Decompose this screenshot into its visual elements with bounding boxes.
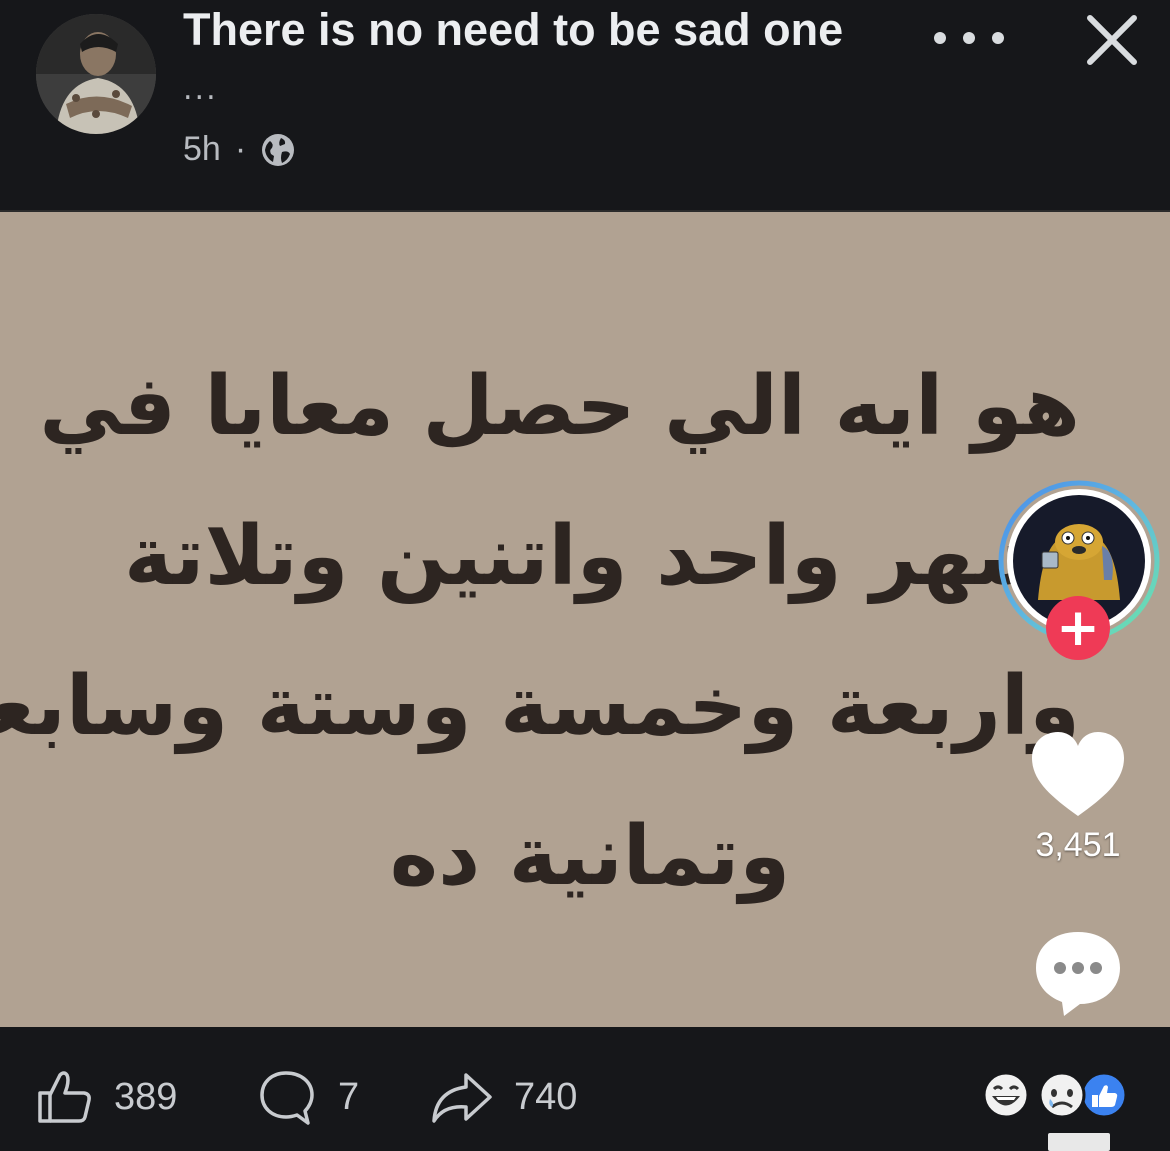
meta-separator: · xyxy=(234,130,247,168)
post-image[interactable]: هو ايه الي حصل معايا في شهر واحد واتنين … xyxy=(0,210,1170,1027)
heart-icon xyxy=(1032,732,1124,816)
thumbs-up-icon xyxy=(38,1071,91,1123)
follow-button[interactable]: + xyxy=(1046,596,1110,660)
close-icon xyxy=(1087,15,1137,65)
author-avatar[interactable] xyxy=(36,14,156,134)
more-options-button[interactable] xyxy=(934,18,1004,58)
text-line: واربعة وخمسة وستة وسابعة xyxy=(0,659,1080,754)
more-dots-icon xyxy=(934,32,946,44)
post-viewer: There is no need to be sad one ... 5h · xyxy=(0,0,1170,1151)
footer-like-count: 389 xyxy=(114,1075,178,1118)
post-footer: 389 7 740 xyxy=(0,1027,1170,1151)
post-image-text: هو ايه الي حصل معايا في شهر واحد واتنين … xyxy=(0,332,1080,932)
footer-share-count: 740 xyxy=(514,1075,578,1118)
text-line: هو ايه الي حصل معايا في xyxy=(39,359,1080,454)
comment-bubble-icon xyxy=(1036,932,1120,1016)
close-button[interactable] xyxy=(1080,8,1144,72)
thumbs-up-reaction-icon xyxy=(1080,1071,1128,1119)
post-meta: 5h · xyxy=(183,130,296,169)
laugh-reaction-icon xyxy=(982,1071,1030,1119)
post-time: 5h xyxy=(183,130,221,168)
footer-like-button[interactable]: 389 xyxy=(34,1067,177,1127)
footer-comment-count: 7 xyxy=(338,1075,360,1118)
text-line: شهر واحد واتنين وتلاتة xyxy=(123,509,1057,604)
sad-reaction-icon xyxy=(1038,1071,1086,1119)
footer-share-button[interactable]: 740 xyxy=(430,1067,577,1127)
bottom-bar-handle xyxy=(1048,1133,1110,1151)
comment-icon xyxy=(260,1071,314,1125)
title-ellipsis[interactable]: ... xyxy=(183,72,218,107)
share-arrow-icon xyxy=(432,1073,492,1123)
post-header: There is no need to be sad one ... 5h · xyxy=(0,0,1170,210)
text-line: وتمانية ده xyxy=(389,809,791,904)
post-title: There is no need to be sad one xyxy=(183,4,844,55)
comment-button[interactable] xyxy=(1030,928,1126,1020)
side-like-count: 3,451 xyxy=(1035,826,1121,864)
reaction-summary[interactable] xyxy=(980,1069,1130,1121)
footer-comment-button[interactable]: 7 xyxy=(256,1067,359,1127)
like-button[interactable] xyxy=(1030,730,1126,820)
globe-icon xyxy=(260,132,296,168)
